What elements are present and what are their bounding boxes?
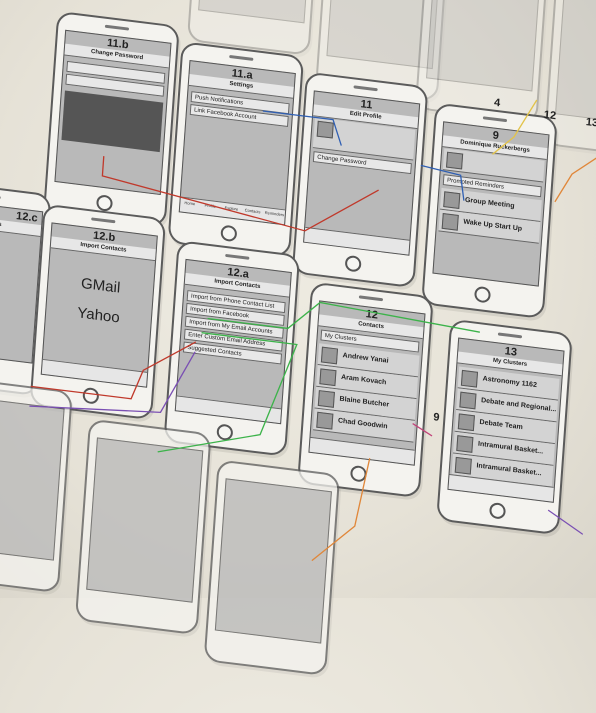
connector-lines bbox=[29, 99, 596, 562]
wire-blue-right bbox=[420, 164, 465, 201]
wire-purple bbox=[29, 351, 196, 414]
wire-orange bbox=[311, 457, 371, 562]
wire-green bbox=[207, 301, 480, 333]
wire-orange-2 bbox=[554, 148, 596, 203]
wire-blue-top bbox=[262, 110, 342, 146]
wire-yellow bbox=[492, 99, 538, 155]
speaker bbox=[0, 193, 1, 200]
wireframe-board: 11.b Change Password 11.a Settings Push … bbox=[0, 0, 596, 677]
wire-pink bbox=[412, 423, 433, 437]
wire-green-2 bbox=[157, 332, 298, 453]
wire-red bbox=[101, 156, 379, 232]
wire-purple-2 bbox=[547, 509, 584, 535]
